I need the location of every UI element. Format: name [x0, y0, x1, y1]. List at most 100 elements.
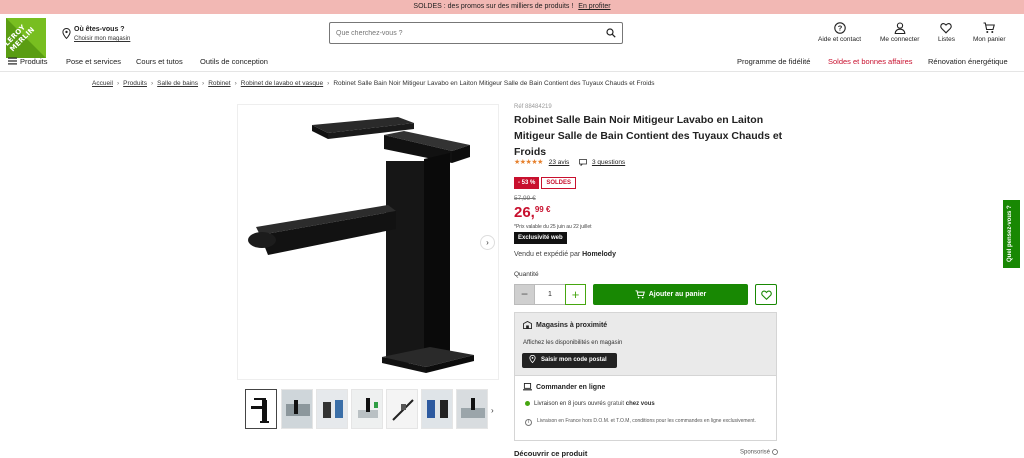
breadcrumb-current: Robinet Salle Bain Noir Mitigeur Lavabo … — [333, 80, 655, 87]
sponsored-label: Sponsorisé — [740, 449, 778, 456]
thumbnail-1[interactable] — [245, 389, 277, 429]
add-to-cart-button[interactable]: Ajouter au panier — [593, 284, 748, 305]
questions-link[interactable]: 3 questions — [592, 159, 625, 166]
search-input[interactable] — [336, 26, 596, 40]
nav-courses[interactable]: Cours et tutos — [136, 57, 183, 66]
delivery-suffix: chez vous — [625, 401, 655, 408]
price-decimals: 99 € — [534, 205, 551, 214]
current-price: 26,99 € — [514, 204, 550, 221]
cart-icon — [983, 22, 996, 33]
nearby-stores-title: Magasins à proximité — [536, 321, 608, 329]
seller-prefix: Vendu et expédié par — [514, 251, 581, 258]
lists-button[interactable]: Listes — [938, 22, 955, 43]
price-validity: *Prix valable du 25 juin au 22 juillet — [514, 224, 592, 230]
product-main-image[interactable] — [237, 104, 499, 380]
promo-link[interactable]: En profiter — [578, 3, 610, 10]
question-circle-icon: ? — [833, 22, 846, 34]
add-to-wishlist-button[interactable] — [755, 284, 777, 305]
discount-badge: - 53 % — [514, 177, 540, 189]
account-button[interactable]: Me connecter — [880, 22, 919, 43]
rating-stars: ★★★★★ — [514, 159, 543, 166]
nav-loyalty[interactable]: Programme de fidélité — [737, 57, 810, 66]
breadcrumb-separator: › — [234, 80, 237, 87]
breadcrumb-faucet[interactable]: Robinet — [208, 80, 230, 87]
nav-design-tools[interactable]: Outils de conception — [200, 57, 268, 66]
breadcrumb-separator: › — [116, 80, 120, 87]
main-nav: Produits Pose et services Cours et tutos… — [0, 52, 1024, 72]
nav-products[interactable]: Produits — [20, 57, 48, 66]
breadcrumb: Accueil › Produits › Salle de bains › Robinet ›… — [92, 80, 655, 87]
quantity-decrease-button[interactable]: − — [514, 284, 535, 305]
feedback-label: Quel pensez-vous ? — [1007, 205, 1013, 262]
thumbnail-6[interactable] — [421, 389, 453, 429]
cart-icon — [635, 289, 645, 299]
breadcrumb-products[interactable]: Produits — [123, 80, 147, 87]
thumbnail-5[interactable] — [386, 389, 418, 429]
sale-badge: SOLDES — [541, 177, 577, 189]
breadcrumb-home[interactable]: Accueil — [92, 80, 113, 87]
thumbnail-3[interactable] — [316, 389, 348, 429]
old-price: 57,99 € — [514, 195, 536, 202]
location-title: Où êtes-vous ? — [74, 26, 125, 33]
delivery-info: Livraison en 8 jours ouvrés gratuit chez… — [525, 401, 655, 407]
quantity-increase-button[interactable]: + — [565, 284, 586, 305]
user-icon — [894, 22, 906, 34]
add-to-cart-label: Ajouter au panier — [648, 291, 707, 298]
faucet-image — [248, 117, 474, 373]
nearby-stores-text: Affichez les disponibilités en magasin — [523, 340, 623, 346]
reviews-link[interactable]: 23 avis — [549, 159, 570, 166]
menu-icon[interactable] — [8, 57, 17, 65]
delivery-note: i Livraison en France hors D.O.M. et T.O… — [525, 418, 765, 426]
sponsored-text: Sponsorisé — [740, 449, 771, 456]
info-icon[interactable] — [771, 449, 778, 455]
cart-label: Mon panier — [973, 36, 1006, 43]
search-bar — [329, 22, 623, 44]
breadcrumb-bathroom[interactable]: Salle de bains — [157, 80, 198, 87]
map-pin-icon — [529, 355, 536, 364]
delivery-note-text: Livraison en France hors D.O.M. et T.O.M… — [537, 418, 756, 424]
product-ref: Réf 88484219 — [514, 104, 552, 110]
svg-text:?: ? — [837, 24, 842, 33]
online-order-title-row: Commander en ligne — [523, 383, 605, 391]
nearby-stores-panel: Magasins à proximité Affichez les dispon… — [514, 312, 777, 376]
cart-button[interactable]: Mon panier — [973, 22, 1006, 43]
breadcrumb-separator: › — [202, 80, 205, 87]
store-icon — [523, 320, 532, 329]
promo-text: SOLDES : des promos sur des milliers de … — [413, 3, 574, 10]
breadcrumb-separator: › — [151, 80, 154, 87]
enter-postal-code-button[interactable]: Saisir mon code postal — [522, 353, 617, 368]
quantity-stepper: − 1 + — [514, 284, 586, 305]
breadcrumb-separator: › — [327, 80, 330, 87]
heart-icon — [940, 23, 953, 34]
thumbnail-4[interactable] — [351, 389, 383, 429]
image-next-button[interactable]: › — [480, 235, 495, 250]
quantity-input[interactable]: 1 — [535, 284, 565, 305]
laptop-icon — [523, 383, 532, 391]
seller-info: Vendu et expédié par Homelody — [514, 251, 616, 258]
thumbnail-next-icon[interactable]: › — [491, 406, 494, 415]
breadcrumb-basin-faucet[interactable]: Robinet de lavabo et vasque — [241, 80, 323, 87]
nav-pose-services[interactable]: Pose et services — [66, 57, 121, 66]
info-icon: i — [525, 419, 532, 426]
discover-heading: Découvrir ce produit — [514, 449, 588, 458]
heart-icon — [760, 290, 772, 301]
choose-store-link[interactable]: Choisir mon magasin — [74, 36, 130, 42]
price-integer: 26, — [514, 204, 535, 221]
help-contact-button[interactable]: ? Aide et contact — [818, 22, 861, 43]
search-icon[interactable] — [606, 28, 616, 38]
online-order-panel: Commander en ligne Livraison en 8 jours … — [514, 376, 777, 441]
lists-label: Listes — [938, 36, 955, 43]
promo-banner: SOLDES : des promos sur des milliers de … — [0, 0, 1024, 14]
seller-name[interactable]: Homelody — [582, 251, 616, 258]
site-header: LEROY MERLIN Où êtes-vous ? Choisir mon … — [0, 14, 1024, 58]
quantity-label: Quantité — [514, 271, 539, 278]
nav-sales[interactable]: Soldes et bonnes affaires — [828, 57, 913, 66]
product-title: Robinet Salle Bain Noir Mitigeur Lavabo … — [514, 114, 783, 158]
feedback-tab[interactable]: Quel pensez-vous ? — [1003, 200, 1020, 268]
enter-postal-code-label: Saisir mon code postal — [541, 357, 607, 363]
delivery-prefix: Livraison en 8 jours ouvrés — [534, 401, 606, 408]
question-bubble-icon — [579, 158, 588, 167]
thumbnail-2[interactable] — [281, 389, 313, 429]
thumbnail-7[interactable] — [456, 389, 488, 429]
nav-renovation[interactable]: Rénovation énergétique — [928, 57, 1008, 66]
